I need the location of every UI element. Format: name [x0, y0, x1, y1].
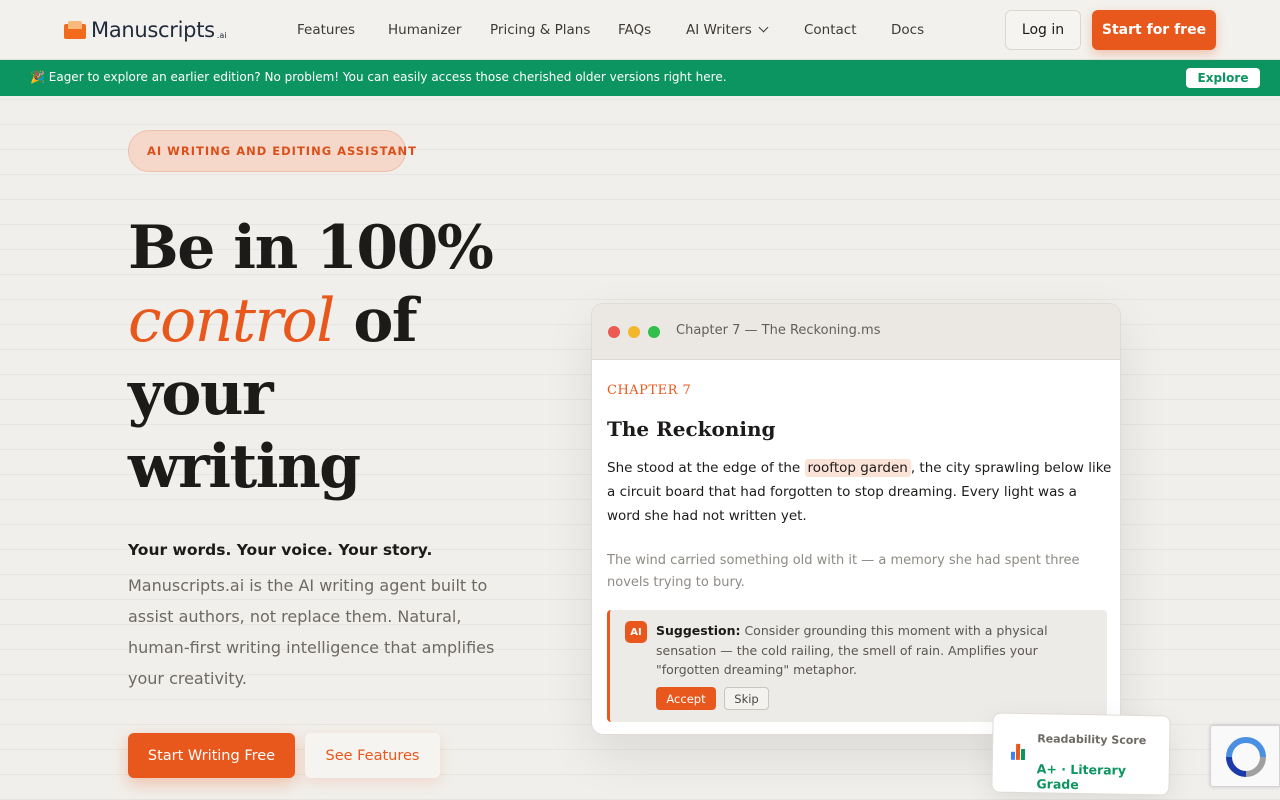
headline-line-2: of: [333, 286, 417, 356]
window-close-icon: [608, 326, 620, 338]
hero-headline: Be in 100% control of your writing: [128, 212, 548, 504]
explore-button[interactable]: Explore: [1186, 68, 1260, 88]
hero-subhead: Your words. Your voice. Your story.: [128, 541, 433, 559]
recaptcha-icon: [1226, 737, 1266, 777]
editor-preview-window: Chapter 7 — The Reckoning.ms CHAPTER 7 T…: [591, 303, 1121, 735]
nav-link-contact[interactable]: Contact: [804, 22, 857, 38]
skip-button[interactable]: Skip: [724, 687, 769, 710]
readability-score-card: Readability Score A+ · Literary Grade: [991, 712, 1171, 796]
nav-link-docs[interactable]: Docs: [891, 22, 924, 38]
start-for-free-button[interactable]: Start for free: [1092, 10, 1216, 50]
editor-title-bar: Chapter 7 — The Reckoning.ms: [592, 304, 1120, 360]
nav-link-humanizer[interactable]: Humanizer: [388, 22, 461, 38]
headline-line-1: Be in 100%: [128, 213, 494, 283]
announcement-banner: 🎉 Eager to explore an earlier edition? N…: [0, 60, 1280, 96]
book-logo-icon: [64, 21, 86, 39]
headline-line-4: writing: [128, 432, 361, 502]
readability-label: Readability Score: [1037, 732, 1147, 748]
chevron-down-icon: [758, 22, 769, 33]
readability-value: A+ · Literary Grade: [1036, 761, 1127, 792]
suggestion-label: Suggestion:: [656, 623, 741, 638]
nav-link-ai-writers-label: AI Writers: [686, 22, 752, 38]
editor-file-title: Chapter 7 — The Reckoning.ms: [676, 323, 881, 338]
see-features-button[interactable]: See Features: [305, 733, 440, 778]
nav-link-ai-writers[interactable]: AI Writers: [686, 22, 769, 38]
ai-suggestion-box: AI Suggestion: Consider grounding this m…: [607, 610, 1107, 722]
recaptcha-badge[interactable]: [1210, 725, 1280, 787]
chapter-label: CHAPTER 7: [607, 383, 692, 398]
hero-description: Manuscripts.ai is the AI writing agent b…: [128, 576, 495, 688]
suggestion-text: Suggestion: Consider grounding this mome…: [656, 621, 1096, 680]
bar-chart-icon: [1010, 743, 1027, 761]
window-minimize-icon: [628, 326, 640, 338]
top-nav: Manuscripts .ai Features Humanizer Prici…: [0, 0, 1280, 60]
pill-text: AI WRITING AND EDITING ASSISTANT: [147, 144, 417, 158]
ai-badge-icon: AI: [625, 621, 647, 643]
logo-suffix: .ai: [216, 30, 227, 40]
manuscript-paragraph: She stood at the edge of the rooftop gar…: [607, 456, 1112, 528]
banner-text: 🎉 Eager to explore an earlier edition? N…: [30, 70, 727, 84]
highlighted-phrase[interactable]: rooftop garden: [804, 459, 911, 477]
para1-before: She stood at the edge of the: [607, 460, 805, 476]
window-maximize-icon: [648, 326, 660, 338]
nav-link-faqs[interactable]: FAQs: [618, 22, 651, 38]
hero-pill-badge: AI WRITING AND EDITING ASSISTANT: [128, 130, 416, 172]
headline-accent: control: [128, 286, 335, 356]
accept-button[interactable]: Accept: [656, 687, 716, 710]
start-writing-free-button[interactable]: Start Writing Free: [128, 733, 295, 778]
logo[interactable]: Manuscripts .ai: [64, 16, 226, 44]
manuscript-paragraph-faded: The wind carried something old with it —…: [607, 553, 1080, 590]
chapter-title: The Reckoning: [607, 417, 776, 441]
nav-link-pricing[interactable]: Pricing & Plans: [490, 22, 590, 38]
login-button[interactable]: Log in: [1005, 10, 1081, 50]
headline-line-3: your: [128, 359, 274, 429]
logo-text: Manuscripts: [91, 18, 215, 42]
nav-link-features[interactable]: Features: [297, 22, 355, 38]
